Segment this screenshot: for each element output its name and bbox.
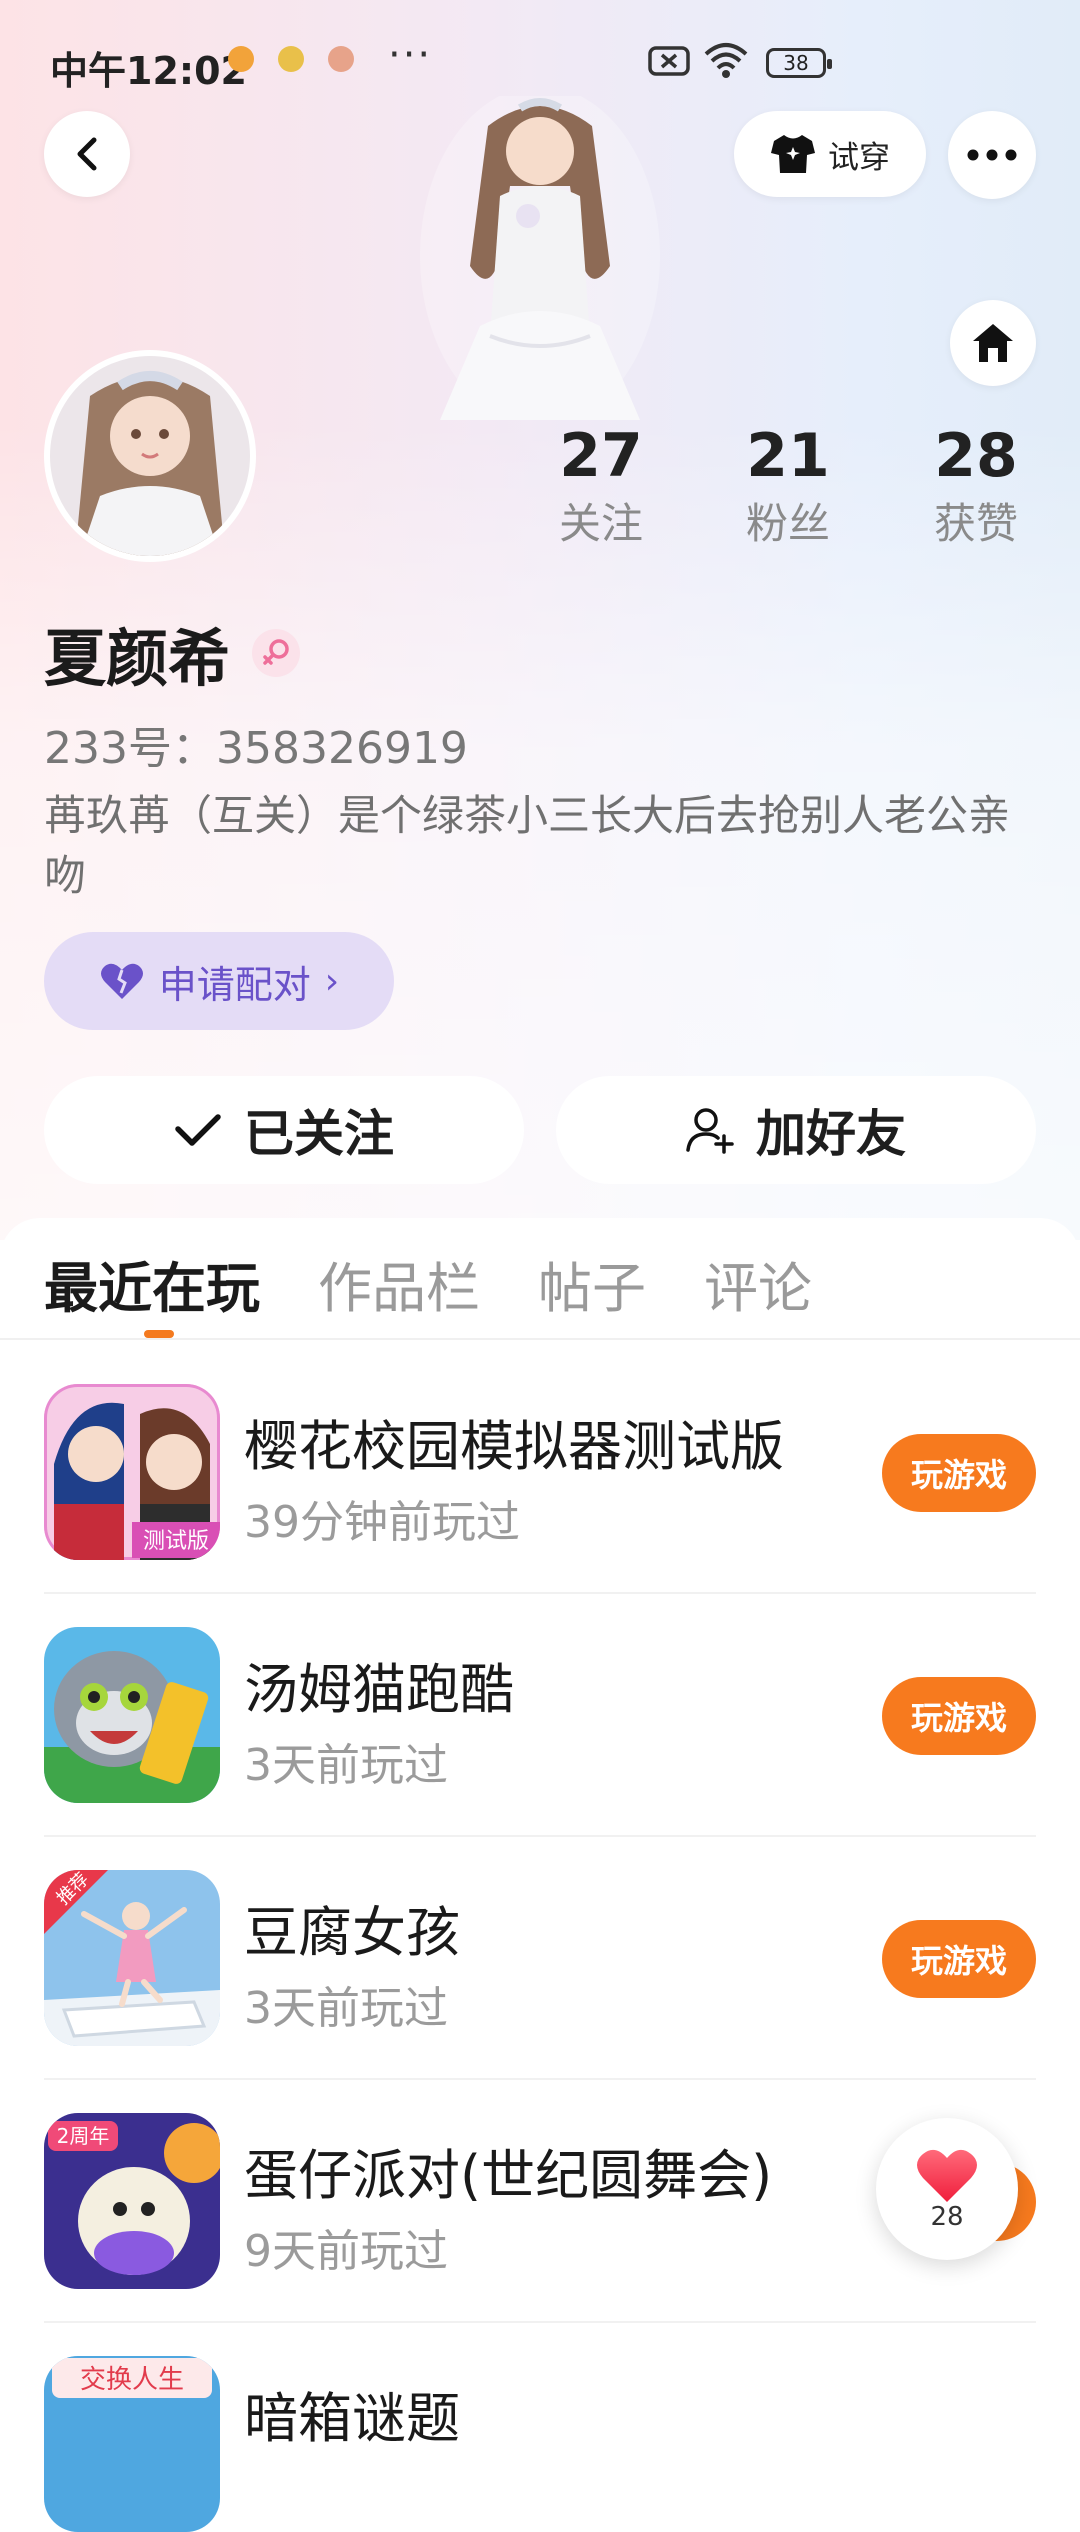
- play-game-button[interactable]: 玩游戏: [882, 1920, 1036, 1998]
- divider: [44, 2078, 1036, 2080]
- stat-fans[interactable]: 21 粉丝: [708, 420, 868, 552]
- game-icon: 交换人生: [44, 2356, 220, 2532]
- divider: [44, 2321, 1036, 2323]
- notification-app-icon: [228, 46, 254, 72]
- heart-pair-icon: [100, 963, 143, 999]
- tab-comments[interactable]: 评论: [704, 1244, 812, 1323]
- chevron-right-icon: ›: [324, 960, 340, 1002]
- status-time: 中午12:02: [50, 49, 247, 93]
- play-game-button[interactable]: 玩游戏: [882, 1677, 1036, 1755]
- game-last-played: 3天前玩过: [244, 1983, 448, 2034]
- divider: [44, 1835, 1036, 1837]
- notification-app-icon: [278, 46, 304, 72]
- tab-recently-played[interactable]: 最近在玩: [44, 1244, 260, 1323]
- game-last-played: 39分钟前玩过: [244, 1497, 520, 1548]
- stat-value: 28: [934, 421, 1018, 491]
- stat-following[interactable]: 27 关注: [521, 420, 681, 552]
- profile-name: 夏颜希: [44, 622, 231, 695]
- icon-badge-text: 交换人生: [80, 2365, 184, 2395]
- chevron-left-icon: [77, 137, 97, 171]
- active-tab-indicator: [144, 1330, 174, 1338]
- game-icon: 测试版: [44, 1384, 220, 1560]
- game-icon: 2周年: [44, 2113, 220, 2289]
- game-icon: 推荐: [44, 1870, 220, 2046]
- add-user-icon: [686, 1108, 734, 1154]
- home-icon: [973, 324, 1013, 362]
- stat-value: 21: [746, 421, 830, 491]
- like-count: 28: [930, 2202, 964, 2232]
- list-item[interactable]: 汤姆猫跑酷 3天前玩过 玩游戏: [44, 1627, 1036, 1803]
- name-row: 夏颜希: [44, 608, 301, 698]
- game-last-played: 3天前玩过: [244, 1740, 448, 1791]
- more-dots-icon: [967, 149, 1017, 161]
- tabs-divider: [0, 1338, 1080, 1340]
- play-game-button[interactable]: 玩游戏: [882, 1434, 1036, 1512]
- more-notifications-icon: ···: [388, 32, 433, 78]
- heart-icon: [917, 2149, 977, 2202]
- no-sim-icon: [648, 46, 690, 76]
- notification-app-icon: [328, 46, 354, 72]
- divider: [44, 1592, 1036, 1594]
- stat-label: 获赞: [933, 499, 1018, 548]
- avatar-image: [50, 356, 250, 556]
- female-gender-icon: [252, 629, 301, 677]
- stat-label: 关注: [558, 499, 643, 548]
- apply-pair-button[interactable]: 申请配对 ›: [44, 932, 394, 1030]
- try-on-label: 试穿: [828, 139, 890, 176]
- icon-badge-text: 2周年: [57, 2124, 110, 2148]
- stat-value: 27: [559, 421, 643, 491]
- stat-likes[interactable]: 28 获赞: [896, 420, 1056, 552]
- profile-bio: 苒玖苒（互关）是个绿茶小三长大后去抢别人老公亲吻: [44, 791, 1011, 900]
- list-item[interactable]: 交换人生 暗箱谜题: [44, 2356, 1036, 2532]
- profile-tabs: 最近在玩 作品栏 帖子 评论: [44, 1244, 812, 1323]
- tab-works[interactable]: 作品栏: [318, 1244, 480, 1323]
- avatar-character-illustration: [420, 96, 660, 420]
- game-title: 暗箱谜题: [244, 2387, 460, 2450]
- home-button[interactable]: [950, 300, 1036, 386]
- stat-label: 粉丝: [745, 499, 830, 548]
- try-on-button[interactable]: 试穿: [734, 111, 926, 197]
- battery-icon: 38: [766, 48, 832, 78]
- check-icon: [175, 1114, 221, 1146]
- back-button[interactable]: [44, 111, 130, 197]
- wifi-icon: [704, 43, 748, 78]
- icon-badge-text: 测试版: [143, 1529, 209, 1554]
- game-title: 汤姆猫跑酷: [244, 1658, 514, 1721]
- more-options-button[interactable]: [948, 111, 1036, 199]
- add-friend-label: 加好友: [756, 1105, 906, 1163]
- list-item[interactable]: 推荐 豆腐女孩 3天前玩过 玩游戏: [44, 1870, 1036, 2046]
- list-item[interactable]: 测试版 樱花校园模拟器测试版 39分钟前玩过 玩游戏: [44, 1384, 1036, 1560]
- game-title: 樱花校园模拟器测试版: [244, 1415, 784, 1478]
- floating-like-button[interactable]: 28: [876, 2118, 1018, 2260]
- tshirt-icon: [771, 135, 815, 173]
- apply-pair-label: 申请配对: [158, 962, 311, 1007]
- game-title: 蛋仔派对(世纪圆舞会): [244, 2144, 773, 2207]
- add-friend-button[interactable]: 加好友: [556, 1076, 1036, 1184]
- following-button[interactable]: 已关注: [44, 1076, 524, 1184]
- user-id: 233号：358326919: [44, 723, 468, 774]
- game-last-played: 9天前玩过: [244, 2226, 448, 2277]
- avatar[interactable]: [44, 350, 256, 562]
- game-title: 豆腐女孩: [244, 1901, 460, 1964]
- tab-posts[interactable]: 帖子: [538, 1244, 646, 1323]
- following-label: 已关注: [244, 1105, 394, 1163]
- game-icon: [44, 1627, 220, 1803]
